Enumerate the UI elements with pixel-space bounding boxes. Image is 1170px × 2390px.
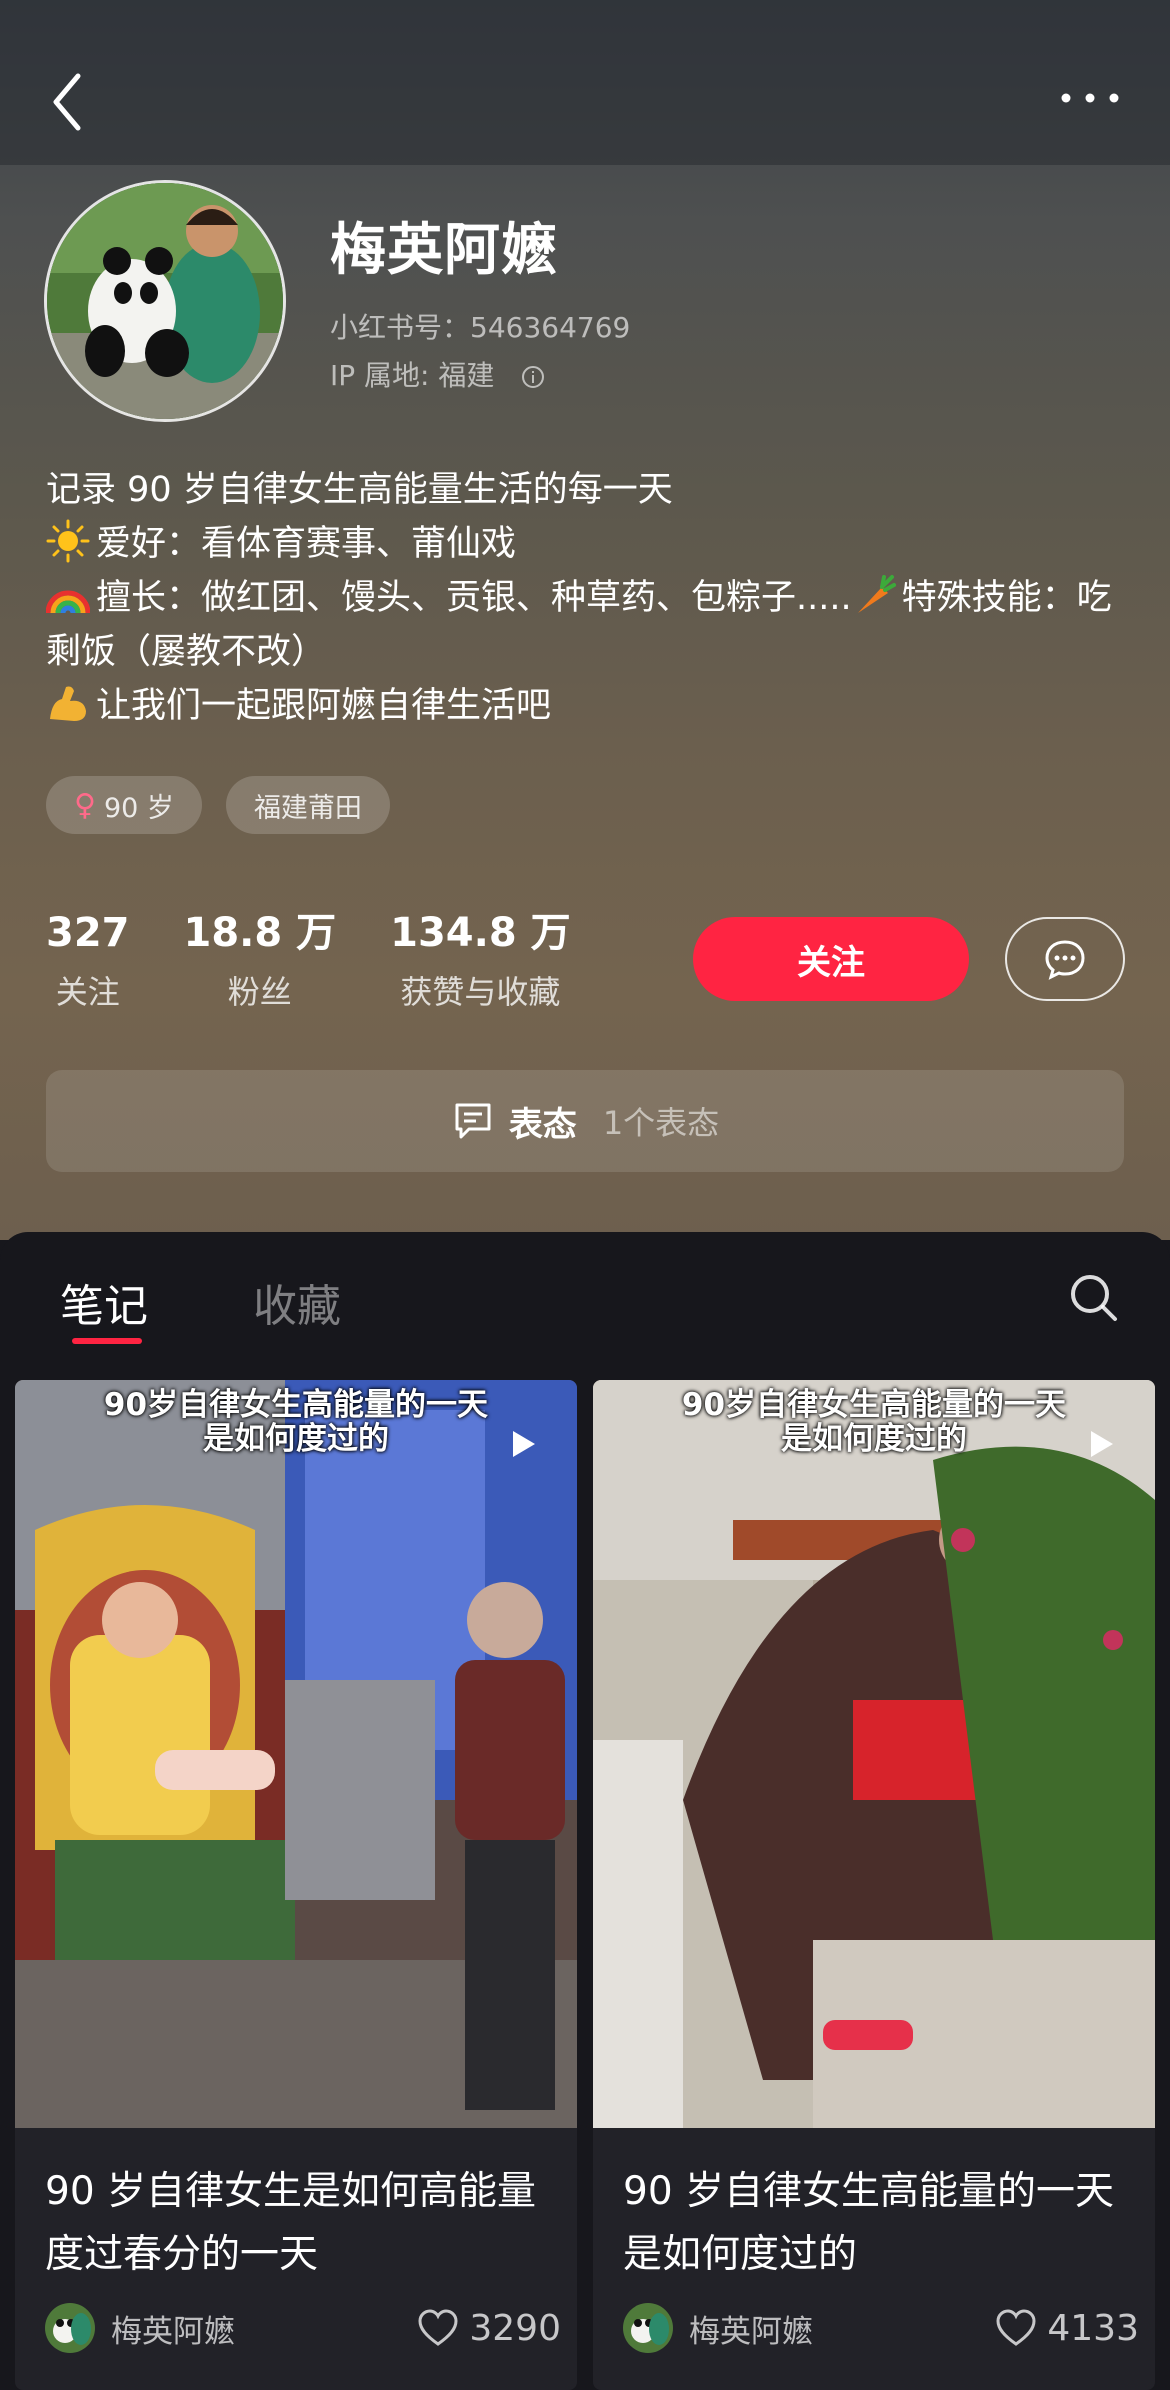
tag-age: ♀ 90 岁	[46, 776, 202, 834]
tab-collections[interactable]: 收藏	[253, 1270, 341, 1334]
rainbow-icon	[46, 590, 90, 614]
cover-caption: 90岁自律女生高能量的一天 是如何度过的	[681, 1387, 1067, 1457]
cover-caption: 90岁自律女生高能量的一天 是如何度过的	[103, 1387, 489, 1457]
bio-line: 爱好：看体育赛事、莆仙戏	[46, 517, 1126, 571]
ip-location-text: IP 属地: 福建	[330, 359, 495, 392]
comment-icon	[455, 1103, 491, 1139]
search-button[interactable]	[1066, 1270, 1120, 1324]
search-icon	[1071, 1275, 1117, 1321]
bio-line: 让我们一起跟阿嬷自律生活吧	[46, 679, 1126, 733]
bio-line: 记录 90 岁自律女生高能量生活的每一天	[46, 470, 673, 510]
like-count: 4133	[1047, 2307, 1139, 2349]
note-footer: 梅英阿嬷 3290	[45, 2298, 561, 2358]
note-thumbnail[interactable]: 90岁自律女生高能量的一天 是如何度过的	[15, 1380, 577, 2128]
stat-followers[interactable]: 18.8 万粉丝	[184, 905, 337, 1013]
chevron-left-icon	[53, 73, 81, 131]
user-id: 小红书号：546364769	[330, 311, 631, 344]
follow-button[interactable]: 关注	[693, 917, 969, 1001]
carrot-icon	[857, 575, 896, 613]
sun-icon	[46, 519, 90, 563]
play-icon	[513, 1431, 535, 1457]
muscle-icon	[50, 686, 86, 721]
play-icon	[1091, 1431, 1113, 1457]
tab-bar: 笔记 收藏	[0, 1232, 1170, 1362]
profile-tags: ♀ 90 岁 福建莆田	[46, 776, 390, 834]
top-bar	[0, 0, 1170, 165]
author-name[interactable]: 梅英阿嬷	[689, 2306, 995, 2351]
heart-icon[interactable]	[417, 2308, 459, 2348]
stat-following[interactable]: 327 关注	[46, 905, 130, 1013]
tab-indicator	[72, 1338, 142, 1344]
chat-bubble-icon	[1045, 940, 1085, 980]
note-card[interactable]: 90岁自律女生高能量的一天 是如何度过的 90 岁自律女生是如何高能量度过春分的一…	[15, 1380, 577, 2390]
note-card[interactable]: 90岁自律女生高能量的一天 是如何度过的 90 岁自律女生高能量的一天是如何度过的…	[593, 1380, 1155, 2390]
note-title[interactable]: 90 岁自律女生高能量的一天是如何度过的	[623, 2160, 1133, 2286]
note-footer: 梅英阿嬷 4133	[623, 2298, 1139, 2358]
attitude-count: 1个表态	[602, 1104, 720, 1142]
author-avatar[interactable]	[45, 2303, 95, 2353]
author-name[interactable]: 梅英阿嬷	[111, 2306, 417, 2351]
bio: 记录 90 岁自律女生高能量生活的每一天 爱好：看体育赛事、莆仙戏 擅长：做红团…	[46, 463, 1126, 733]
attitude-title: 表态	[508, 1104, 577, 1145]
more-dots-icon	[1061, 93, 1119, 103]
note-thumbnail[interactable]: 90岁自律女生高能量的一天 是如何度过的	[593, 1380, 1155, 2128]
stat-likes-collects[interactable]: 134.8 万获赞与收藏	[390, 905, 570, 1013]
avatar[interactable]	[44, 180, 286, 422]
author-avatar[interactable]	[623, 2303, 673, 2353]
back-button[interactable]	[48, 70, 92, 134]
bio-line: 擅长：做红团、馒头、贡银、种草药、包粽子..... 特殊技能：吃剩饭（屡教不改）	[46, 571, 1126, 679]
tag-location: 福建莆田	[225, 776, 390, 834]
ip-location: IP 属地: 福建	[330, 354, 545, 394]
attitude-bar[interactable]: 表态 1个表态	[46, 1070, 1124, 1172]
female-icon: ♀	[74, 787, 96, 823]
more-button[interactable]	[1058, 78, 1122, 118]
message-button[interactable]	[1005, 917, 1125, 1001]
content-panel: 笔记 收藏 90岁自律女生高能量的一天 是如何度过的 90 岁自律女生是如何高能…	[0, 1232, 1170, 2390]
note-title[interactable]: 90 岁自律女生是如何高能量度过春分的一天	[45, 2160, 555, 2286]
heart-icon[interactable]	[995, 2308, 1037, 2348]
nickname: 梅英阿嬷	[330, 218, 558, 283]
profile-stats: 327 关注 18.8 万粉丝 134.8 万获赞与收藏	[46, 905, 625, 1013]
tab-notes[interactable]: 笔记	[60, 1270, 148, 1334]
like-count: 3290	[469, 2307, 561, 2349]
info-icon[interactable]	[521, 365, 545, 389]
